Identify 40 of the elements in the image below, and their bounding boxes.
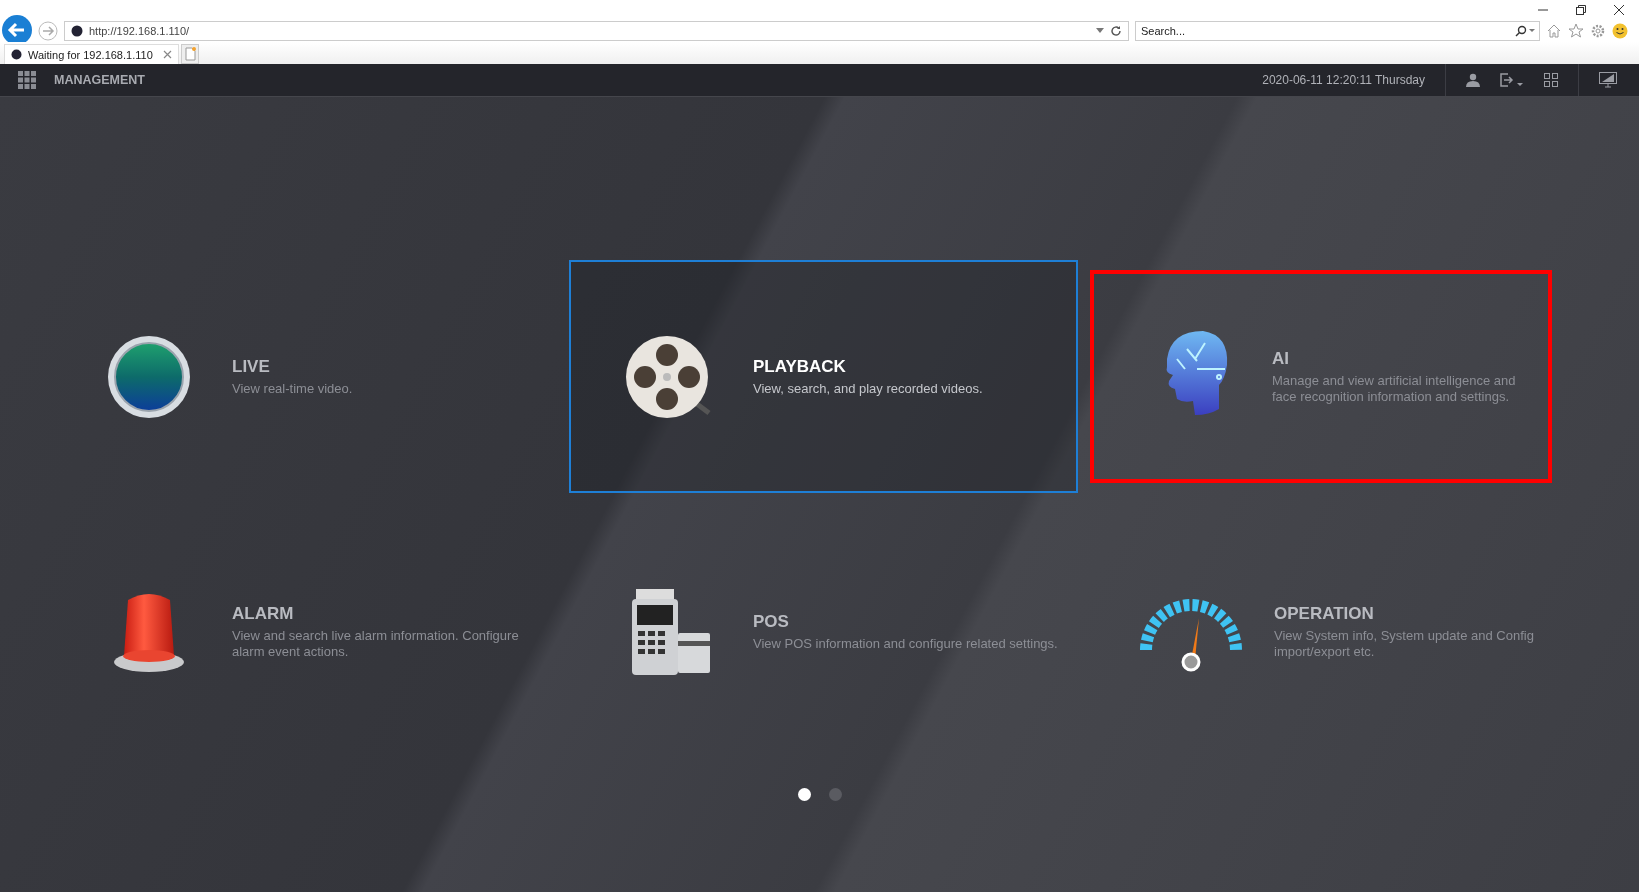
module-title: ALARM bbox=[232, 603, 295, 624]
module-title: AI bbox=[1272, 348, 1290, 369]
module-tile[interactable]: ALARM View and search live alarm information. Configure alarm event actions. bbox=[48, 515, 557, 748]
smiley-icon[interactable] bbox=[1612, 23, 1628, 39]
date-time: 2020-06-11 12:20:11 Thursday bbox=[1262, 73, 1425, 87]
page-title: MANAGEMENT bbox=[54, 73, 145, 87]
module-tile[interactable]: LIVE View real-time video. bbox=[48, 260, 557, 493]
module-title: POS bbox=[753, 611, 790, 632]
apps-grid-icon[interactable] bbox=[18, 71, 36, 89]
lens-icon bbox=[107, 334, 191, 419]
module-tile[interactable]: AI Manage and view artificial intelligence and face recognition information and settings. bbox=[1090, 270, 1552, 483]
qr-code-icon[interactable] bbox=[1544, 73, 1558, 87]
module-description: View, search, and play recorded videos. bbox=[753, 380, 984, 397]
monitor-icon[interactable] bbox=[1599, 72, 1617, 88]
browser-tab[interactable]: Waiting for 192.168.1.110 bbox=[4, 44, 179, 64]
module-description: View real-time video. bbox=[232, 380, 354, 397]
module-tile[interactable]: PLAYBACK View, search, and play recorded videos. bbox=[569, 260, 1078, 493]
refresh-icon[interactable] bbox=[1110, 25, 1122, 37]
module-description: Manage and view artificial intelligence and face recognition information and settings. bbox=[1272, 372, 1517, 405]
restore-button[interactable] bbox=[1575, 4, 1587, 16]
module-description: View POS information and configure related settings. bbox=[753, 635, 1059, 652]
address-bar[interactable]: http://192.168.1.110/ bbox=[64, 21, 1129, 41]
module-title: PLAYBACK bbox=[753, 356, 847, 377]
user-icon[interactable] bbox=[1466, 73, 1480, 87]
module-title: OPERATION bbox=[1274, 603, 1375, 624]
close-icon[interactable] bbox=[163, 50, 172, 59]
dropdown-icon[interactable] bbox=[1096, 28, 1104, 34]
module-title: LIVE bbox=[232, 356, 271, 377]
settings-icon[interactable] bbox=[1590, 23, 1606, 39]
module-description: View System info, System update and Config import/export etc. bbox=[1274, 627, 1535, 660]
module-tile[interactable]: POS View POS information and configure related settings. bbox=[569, 515, 1078, 748]
star-icon[interactable] bbox=[1568, 23, 1584, 39]
module-description: View and search live alarm information. Configure alarm event actions. bbox=[232, 627, 520, 660]
logout-icon[interactable] bbox=[1500, 73, 1524, 87]
module-tile[interactable]: OPERATION View System info, System update and Config import/export etc. bbox=[1090, 515, 1552, 748]
page-indicator[interactable] bbox=[797, 788, 811, 801]
home-icon[interactable] bbox=[1546, 23, 1562, 39]
close-button[interactable] bbox=[1613, 4, 1625, 16]
search-icon[interactable] bbox=[1515, 25, 1535, 37]
search-field[interactable]: Search... bbox=[1135, 21, 1540, 41]
